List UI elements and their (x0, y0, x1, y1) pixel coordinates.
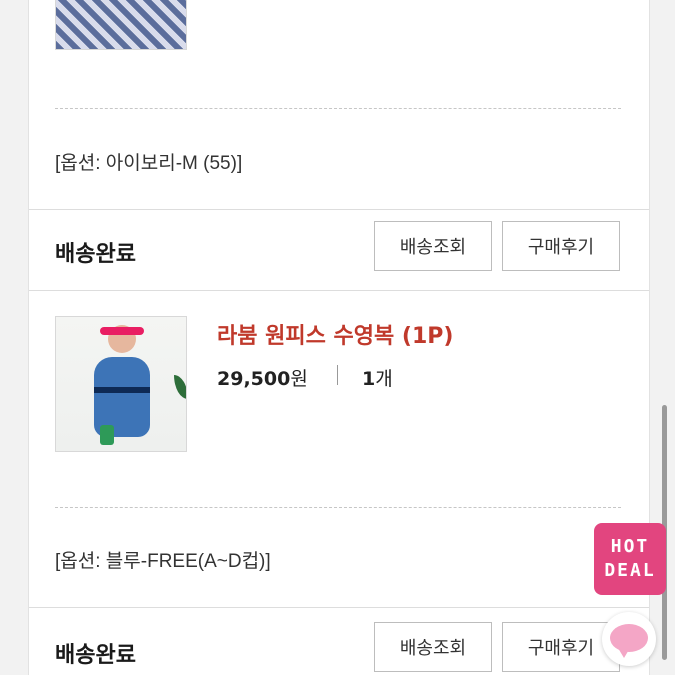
delivery-status: 배송완료 (55, 242, 136, 267)
dashed-divider (55, 108, 621, 109)
hot-deal-line1: HOT (610, 536, 650, 557)
price-value: 29,500 (217, 368, 291, 390)
option-text: [옵션: 블루-FREE(A~D컵)] (55, 551, 271, 572)
chat-bubble-tail (618, 648, 630, 658)
order-list: [옵션: 아이보리-M (55)] 배송완료 배송조회 구매후기 라붐 원피스 … (28, 0, 650, 675)
product-image (56, 317, 186, 451)
section-divider (29, 607, 649, 608)
product-price: 29,500원 (217, 364, 308, 391)
hot-deal-line2: DEAL (604, 560, 656, 581)
hot-deal-button[interactable]: HOT DEAL (594, 523, 666, 595)
product-quantity: 1개 (362, 364, 393, 391)
product-thumbnail[interactable] (55, 316, 187, 452)
chat-button[interactable] (602, 612, 656, 666)
dashed-divider (55, 507, 621, 508)
product-image (56, 0, 186, 49)
price-unit: 원 (290, 368, 308, 390)
track-delivery-button[interactable]: 배송조회 (374, 221, 492, 271)
option-text: [옵션: 아이보리-M (55)] (55, 153, 243, 174)
section-divider (29, 290, 649, 291)
delivery-status: 배송완료 (55, 643, 136, 668)
price-qty-separator (337, 365, 338, 385)
product-title[interactable]: 라붐 원피스 수영복 (1P) (217, 318, 453, 350)
section-divider (29, 209, 649, 210)
qty-unit: 개 (375, 368, 393, 390)
product-thumbnail[interactable] (55, 0, 187, 50)
write-review-button[interactable]: 구매후기 (502, 221, 620, 271)
qty-value: 1 (362, 368, 376, 390)
track-delivery-button[interactable]: 배송조회 (374, 622, 492, 672)
